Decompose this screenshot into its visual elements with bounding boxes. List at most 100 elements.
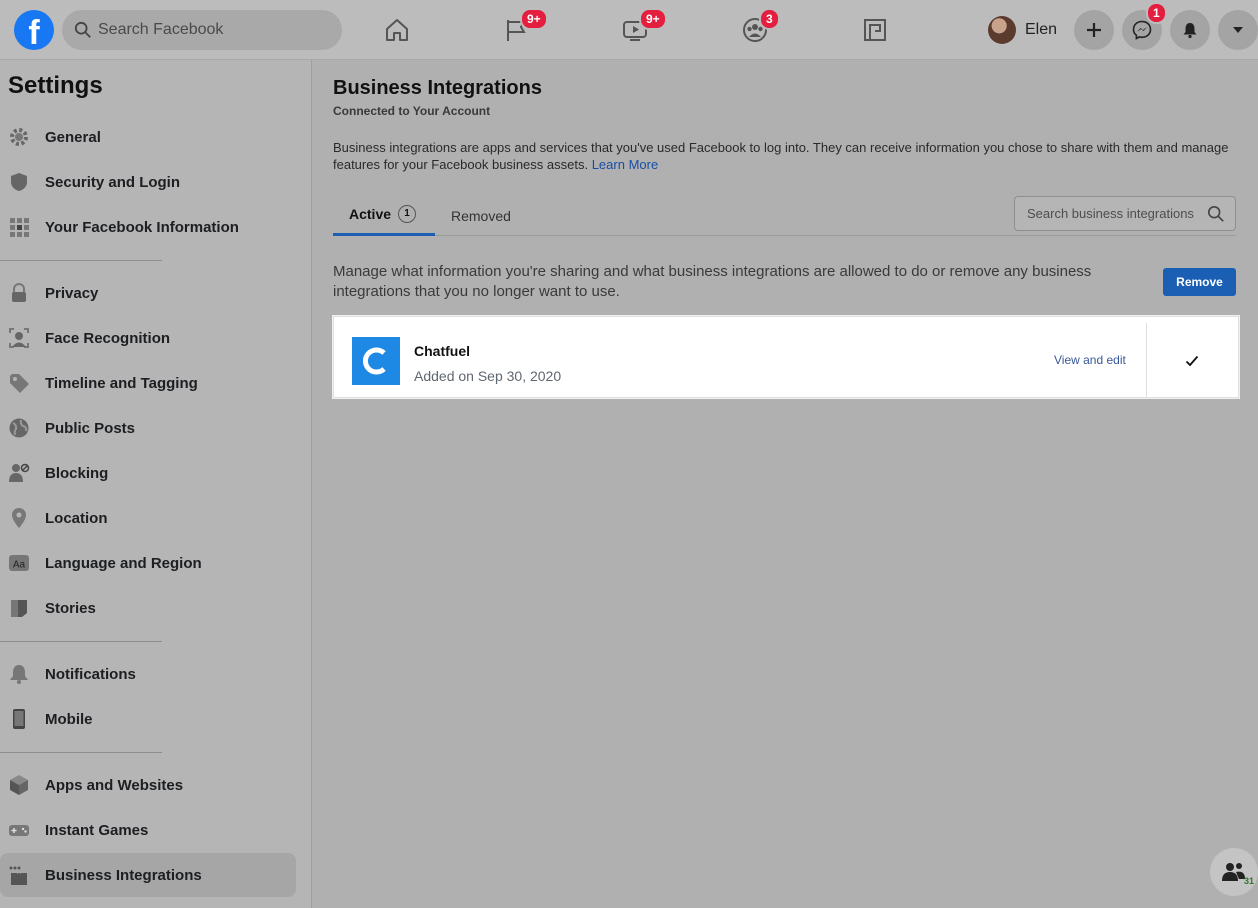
- sidebar-item-facebook-information[interactable]: Your Facebook Information: [0, 205, 296, 249]
- sidebar-item-label: Public Posts: [45, 419, 136, 437]
- sidebar-item-label: Apps and Websites: [45, 776, 184, 794]
- top-navigation-bar: f 9+ 9+ 3 Elen 1: [0, 0, 1258, 60]
- sidebar-item-blocking[interactable]: Blocking: [0, 451, 296, 495]
- sidebar-item-location[interactable]: Location: [0, 496, 296, 540]
- sidebar-item-label: Stories: [45, 599, 96, 617]
- groups-nav-button[interactable]: 3: [739, 8, 780, 46]
- avatar: [988, 16, 1016, 44]
- sidebar-item-label: Security and Login: [45, 173, 181, 191]
- create-button[interactable]: [1074, 10, 1114, 50]
- account-menu-button[interactable]: [1218, 10, 1258, 50]
- block-user-icon: [8, 462, 30, 484]
- sidebar-item-label: Notifications: [45, 665, 136, 683]
- description-text: Business integrations are apps and servi…: [333, 139, 1238, 173]
- caret-down-icon: [1233, 27, 1243, 33]
- globe-icon: [8, 417, 30, 439]
- notifications-button[interactable]: [1170, 10, 1210, 50]
- svg-text:Aa: Aa: [13, 560, 26, 571]
- shield-icon: [8, 171, 30, 193]
- manage-info-text: Manage what information you're sharing a…: [333, 263, 1092, 300]
- sidebar-item-face-recognition[interactable]: Face Recognition: [0, 316, 296, 360]
- messenger-badge: 1: [1146, 2, 1167, 24]
- business-search-input[interactable]: [1027, 206, 1207, 221]
- search-icon: [1207, 205, 1224, 222]
- messenger-button[interactable]: 1: [1122, 2, 1167, 50]
- sidebar-divider: [0, 641, 162, 642]
- sidebar-item-label: Privacy: [45, 284, 99, 302]
- tab-removed-label: Removed: [451, 207, 511, 224]
- pages-nav-button[interactable]: 9+: [500, 8, 548, 46]
- view-and-edit-link[interactable]: View and edit: [1054, 353, 1126, 367]
- pages-badge: 9+: [520, 8, 548, 30]
- sidebar-item-timeline-tagging[interactable]: Timeline and Tagging: [0, 361, 296, 405]
- tab-removed[interactable]: Removed: [451, 195, 511, 236]
- sidebar-item-notifications[interactable]: Notifications: [0, 652, 296, 696]
- bell-icon: [8, 663, 30, 685]
- page-subtitle: Connected to Your Account: [333, 104, 491, 118]
- remove-button[interactable]: Remove: [1163, 268, 1236, 296]
- profile-button[interactable]: Elen: [988, 12, 1057, 48]
- facebook-search-bar[interactable]: [62, 10, 342, 50]
- language-icon: Aa: [8, 552, 30, 574]
- sidebar-item-label: Language and Region: [45, 554, 202, 572]
- sidebar-item-public-posts[interactable]: Public Posts: [0, 406, 296, 450]
- sidebar-item-apps-websites[interactable]: Apps and Websites: [0, 763, 296, 807]
- integration-row: Chatfuel Added on Sep 30, 2020 View and …: [333, 316, 1239, 398]
- search-icon: [74, 21, 91, 38]
- gear-icon: [8, 126, 30, 148]
- cube-icon: [8, 774, 30, 796]
- tab-active-count: 1: [398, 205, 417, 223]
- home-nav-button[interactable]: [381, 14, 413, 46]
- sidebar-item-general[interactable]: General: [0, 115, 296, 159]
- sidebar-item-instant-games[interactable]: Instant Games: [0, 808, 296, 852]
- sidebar-item-language-region[interactable]: Aa Language and Region: [0, 541, 296, 585]
- page-title: Business Integrations: [333, 77, 542, 99]
- settings-title: Settings: [8, 72, 103, 99]
- business-search-box[interactable]: [1014, 196, 1236, 231]
- description-body: Business integrations are apps and servi…: [333, 140, 1229, 172]
- sidebar-item-label: Location: [45, 509, 108, 527]
- sidebar-divider: [0, 260, 162, 261]
- bell-icon: [1183, 23, 1197, 39]
- sidebar-item-label: General: [45, 128, 101, 146]
- sidebar-item-label: Business Integrations: [45, 866, 202, 884]
- row-separator: [1146, 323, 1147, 397]
- sidebar-item-label: Timeline and Tagging: [45, 374, 198, 392]
- settings-sidebar: Settings General Security and Login Your…: [0, 60, 312, 908]
- sidebar-item-business-integrations[interactable]: Business Integrations: [0, 853, 296, 897]
- tab-active-label: Active: [349, 206, 392, 222]
- face-icon: [8, 327, 30, 349]
- watch-badge: 9+: [639, 8, 667, 30]
- sidebar-item-security[interactable]: Security and Login: [0, 160, 296, 204]
- sidebar-item-label: Instant Games: [45, 821, 149, 839]
- sidebar-item-mobile[interactable]: Mobile: [0, 697, 296, 741]
- groups-badge: 3: [759, 8, 780, 30]
- chatfuel-logo: [352, 337, 400, 385]
- learn-more-link[interactable]: Learn More: [592, 157, 658, 172]
- sidebar-divider: [0, 752, 162, 753]
- tag-icon: [8, 372, 30, 394]
- gaming-nav-button[interactable]: [859, 14, 891, 46]
- facebook-logo[interactable]: f: [14, 10, 54, 50]
- location-pin-icon: [8, 507, 30, 529]
- grid-icon: [8, 216, 30, 238]
- sidebar-item-privacy[interactable]: Privacy: [0, 271, 296, 315]
- contacts-count: 31: [1243, 876, 1254, 886]
- contacts-chat-button[interactable]: 31: [1210, 848, 1258, 896]
- sidebar-item-label: Your Facebook Information: [45, 218, 239, 236]
- checkbox-checked-icon[interactable]: [1185, 354, 1199, 368]
- gamepad-icon: [8, 819, 30, 841]
- tab-active[interactable]: Active 1: [333, 195, 435, 236]
- plus-icon: [1087, 23, 1101, 37]
- messenger-icon: [1132, 20, 1152, 40]
- profile-name: Elen: [1025, 21, 1058, 38]
- gaming-icon: [864, 19, 886, 41]
- watch-nav-button[interactable]: 9+: [619, 8, 667, 46]
- phone-icon: [8, 708, 30, 730]
- puzzle-icon: [8, 864, 30, 886]
- integration-name: Chatfuel: [414, 343, 470, 359]
- lock-icon: [8, 282, 30, 304]
- book-icon: [8, 597, 30, 619]
- facebook-search-input[interactable]: [98, 21, 318, 39]
- sidebar-item-stories[interactable]: Stories: [0, 586, 296, 630]
